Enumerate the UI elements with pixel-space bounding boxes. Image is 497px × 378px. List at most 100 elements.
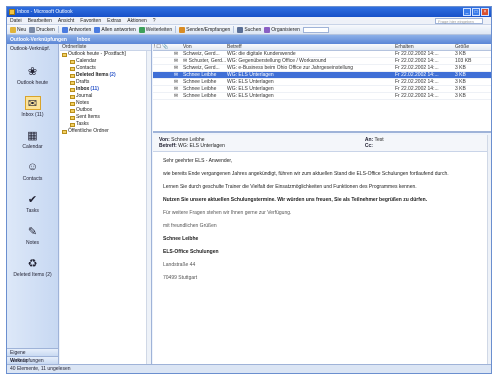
folder-icon	[70, 80, 75, 85]
toolbar-button[interactable]: Weiterleiten	[138, 26, 172, 33]
nav-shortcut[interactable]: ♻ Deleted Items (2)	[7, 256, 58, 279]
message-subject: WG: e-Business beim Ohio Office zur Jahr…	[227, 65, 354, 71]
message-from: ✉ Schuster, Gerd...	[183, 58, 227, 64]
folder-icon	[70, 66, 75, 71]
folder-tree-item[interactable]: Inbox (11)	[60, 86, 151, 93]
toolbar-button[interactable]: Organisieren	[264, 26, 300, 33]
folder-label: Öffentliche Ordner	[68, 128, 109, 134]
column-from[interactable]: Von	[183, 44, 227, 50]
folder-tree-item[interactable]: Outbox	[60, 107, 151, 114]
menu-item[interactable]: ?	[153, 18, 156, 24]
message-row[interactable]: ✉ Schweiz, Gerd... WG: die digitale Kunden…	[153, 51, 491, 58]
notes-icon: ✎	[27, 225, 38, 238]
message-row[interactable]: ✉ Schweiz, Gerd... WG: e-Business beim Ohi…	[153, 65, 491, 72]
toolbar-button[interactable]: Neu	[10, 26, 26, 33]
message-received: Fr 22.02.2002 14:...	[395, 93, 439, 99]
message-body[interactable]: Sehr geehrter ELS - Anwender, wie bereits…	[153, 152, 491, 294]
menu-item[interactable]: Favoriten	[80, 18, 101, 24]
folder-icon	[70, 59, 75, 64]
toolbar-button[interactable]: Antworten	[61, 26, 91, 33]
minimize-button[interactable]: _	[463, 8, 471, 16]
column-flags[interactable]: ! ☐ 📎	[153, 44, 169, 50]
folder-label: Drafts	[76, 79, 90, 85]
folder-tree-item[interactable]: Drafts	[60, 79, 151, 86]
message-row[interactable]: ✉ ✉ Schuster, Gerd... WG: Gegenüberstellun…	[153, 58, 491, 65]
help-search-input[interactable]: Frage hier eingeben	[435, 18, 483, 24]
message-subject: WG: ELS Unterlagen	[227, 72, 274, 78]
folder-label: Journal	[76, 93, 93, 99]
message-row[interactable]: ✉ Schnee Leibhe WG: ELS Unterlagen Fr 22.02…	[153, 86, 491, 93]
pane-header-bar: Outlook-Verknüpfungen Inbox	[7, 35, 491, 44]
forward-icon	[138, 26, 145, 33]
folder-tree-item[interactable]: Sent Items	[60, 114, 151, 121]
toolbar-separator	[233, 26, 235, 33]
nav-shortcut[interactable]: ❀ Outlook heute	[7, 64, 58, 87]
toolbar-button[interactable]: Allen antworten	[94, 26, 136, 33]
importance-flag	[153, 86, 169, 92]
toolbar-button[interactable]: Suchen	[237, 26, 261, 33]
send-receive-icon	[179, 26, 186, 33]
folder-tree-item[interactable]: Deleted Items (2)	[60, 72, 151, 79]
nav-shortcut[interactable]: ✉ Inbox (11)	[7, 96, 58, 118]
message-paragraph: Für weitere Fragen stehen wir Ihnen gern…	[163, 210, 292, 216]
menu-item[interactable]: Bearbeiten	[28, 18, 52, 24]
reading-pane-scrollbar[interactable]	[487, 135, 491, 364]
standard-toolbar: Neu Drucken Antworten Allen antworten Weiter…	[7, 25, 491, 35]
cc-label: Cc:	[364, 143, 373, 149]
folder-tree-item[interactable]: Öffentliche Ordner	[60, 128, 151, 135]
folder-list-scrollbar[interactable]	[146, 51, 151, 364]
nav-shortcut[interactable]: ✎ Notes	[7, 224, 58, 247]
nav-shortcut-label: Outlook heute	[16, 80, 49, 86]
menu-item[interactable]: Datei	[10, 18, 22, 24]
envelope-icon: ✉	[173, 93, 179, 99]
envelope-icon: ✉	[173, 58, 179, 64]
message-received: Fr 22.02.2002 14:...	[395, 58, 439, 64]
column-subject[interactable]: Betreff	[227, 44, 395, 50]
toolbar-button[interactable]: Senden/Empfangen	[179, 26, 230, 33]
message-paragraph: Nutzen Sie unsere aktuellen Schulungster…	[163, 197, 428, 203]
reply-icon	[61, 26, 68, 33]
message-row[interactable]: ✉ Schnee Leibhe WG: ELS Unterlagen Fr 22.02…	[153, 93, 491, 100]
column-received[interactable]: Erhalten	[395, 44, 455, 50]
folder-label: Tasks	[76, 121, 89, 127]
envelope-icon: ✉	[173, 72, 179, 78]
folder-label: Sent Items	[76, 114, 100, 120]
message-row[interactable]: ✉ Schnee Leibhe WG: ELS Unterlagen Fr 22.02…	[153, 72, 491, 79]
importance-flag	[153, 65, 169, 71]
message-row[interactable]: ✉ Schnee Leibhe WG: ELS Unterlagen Fr 22.02…	[153, 79, 491, 86]
nav-shortcut[interactable]: ✔ Tasks	[7, 192, 58, 215]
toolbar-button[interactable]: Drucken	[29, 26, 55, 33]
menu-item[interactable]: Aktionen	[127, 18, 146, 24]
message-from: Schweiz, Gerd...	[183, 51, 220, 57]
nav-group-button[interactable]: Eigene Verknüpfungen	[7, 348, 58, 364]
folder-tree-item[interactable]: Outlook heute - [Postfach]	[60, 51, 151, 58]
to-value: Test	[374, 137, 384, 143]
folder-unread-count: (11)	[90, 86, 99, 92]
column-size[interactable]: Größe	[455, 44, 481, 50]
menu-item[interactable]: Ansicht	[58, 18, 74, 24]
nav-group-title[interactable]: Outlook-Verknüpf.	[7, 44, 58, 54]
message-paragraph: Schnee Leibhe	[163, 236, 199, 242]
close-button[interactable]: ×	[481, 8, 489, 16]
folder-tree-item[interactable]: Contacts	[60, 65, 151, 72]
nav-shortcut[interactable]: ▦ Calendar	[7, 128, 58, 151]
menu-item[interactable]: Extras	[107, 18, 121, 24]
folder-tree-item[interactable]: Journal	[60, 93, 151, 100]
maximize-button[interactable]: □	[472, 8, 480, 16]
address-book-search-input[interactable]	[302, 26, 329, 33]
folder-label: Outlook heute - [Postfach]	[68, 51, 126, 57]
nav-shortcut-label: Notes	[25, 240, 40, 246]
folder-icon	[62, 52, 67, 57]
nav-shortcut[interactable]: ☺ Contacts	[7, 160, 58, 182]
message-paragraph: Landstraße 44	[163, 262, 196, 268]
outlook-app-icon	[9, 9, 15, 15]
window-title: Inbox - Microsoft Outlook	[17, 9, 73, 15]
print-icon	[29, 26, 36, 33]
folder-tree-item[interactable]: Tasks	[60, 121, 151, 128]
folder-icon	[70, 73, 75, 78]
folder-tree-item[interactable]: Calendar	[60, 58, 151, 65]
importance-flag	[153, 58, 169, 64]
message-subject: WG: die digitale Kundenwende	[227, 51, 296, 57]
organize-icon	[264, 26, 271, 33]
folder-tree-item[interactable]: Notes	[60, 100, 151, 107]
